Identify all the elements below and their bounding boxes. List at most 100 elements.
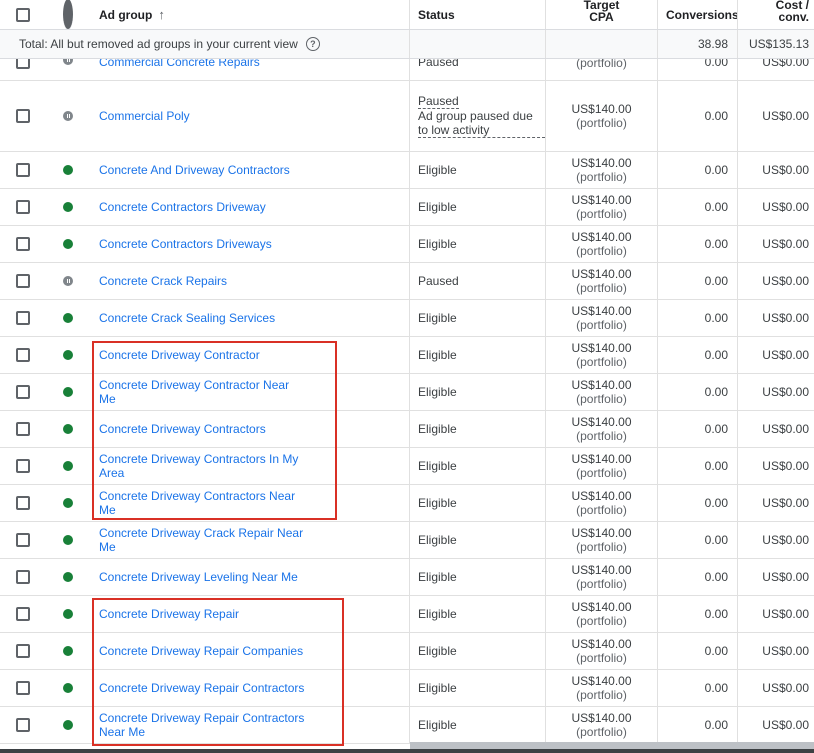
status-detail[interactable]: Ad group paused due to low activity — [418, 109, 545, 138]
ad-group-link[interactable]: Concrete Driveway Contractors Near Me — [99, 489, 309, 517]
target-cpa-value: US$140.00 — [571, 526, 632, 540]
ad-group-link[interactable]: Concrete Contractors Driveways — [99, 237, 272, 251]
eligible-icon[interactable] — [63, 498, 73, 508]
ad-group-link[interactable]: Concrete And Driveway Contractors — [99, 163, 290, 177]
ad-group-link[interactable]: Concrete Crack Repairs — [99, 274, 227, 288]
cost-per-conv-cell: US$0.00 — [762, 496, 809, 510]
eligible-icon[interactable] — [63, 646, 73, 656]
select-all-checkbox[interactable] — [16, 7, 30, 22]
row-checkbox[interactable] — [16, 718, 30, 732]
eligible-icon[interactable] — [63, 535, 73, 545]
row-status-dot-cell — [46, 596, 90, 632]
ad-group-link[interactable]: Commercial Concrete Repairs — [99, 59, 260, 69]
row-checkbox[interactable] — [16, 459, 30, 473]
eligible-icon[interactable] — [63, 461, 73, 471]
ad-group-link[interactable]: Concrete Contractors Driveway — [99, 200, 266, 214]
conversions-cell: 0.00 — [658, 263, 738, 299]
cost-per-conv-cell: US$0.00 — [762, 59, 809, 69]
target-cpa-cell: US$140.00(portfolio) — [546, 707, 658, 743]
arrow-up-icon[interactable]: ↑ — [158, 7, 165, 22]
row-checkbox[interactable] — [16, 348, 30, 362]
target-cpa-note: (portfolio) — [576, 355, 627, 369]
ad-group-link[interactable]: Concrete Driveway Contractors In My Area — [99, 452, 298, 480]
header-status-dot-cell — [46, 0, 90, 30]
eligible-icon[interactable] — [63, 313, 73, 323]
row-status-dot-cell — [46, 189, 90, 225]
eligible-icon[interactable] — [63, 720, 73, 730]
row-status-dot-cell — [46, 81, 90, 151]
ad-group-link[interactable]: Concrete Driveway Repair Contractors — [99, 681, 304, 695]
total-cost: US$135.13 — [748, 37, 809, 51]
eligible-icon[interactable] — [63, 387, 73, 397]
header-cost-per-conv[interactable]: Cost / conv. — [738, 0, 814, 29]
paused-icon[interactable] — [63, 111, 73, 121]
eligible-icon[interactable] — [63, 683, 73, 693]
cost-per-conv-cell: US$0.00 — [762, 607, 809, 621]
total-row: Total: All but removed ad groups in your… — [0, 30, 814, 59]
conversions-cell: 0.00 — [658, 670, 738, 706]
eligible-icon[interactable] — [63, 202, 73, 212]
row-checkbox-cell — [0, 300, 46, 336]
ad-group-link[interactable]: Concrete Driveway Repair Contractors Near… — [99, 711, 304, 739]
paused-icon[interactable] — [63, 276, 73, 286]
target-cpa-note: (portfolio) — [576, 688, 627, 702]
conversions-cell: 0.00 — [658, 59, 738, 80]
row-checkbox[interactable] — [16, 681, 30, 695]
status-text[interactable]: Paused — [418, 94, 459, 109]
eligible-icon[interactable] — [63, 350, 73, 360]
ad-group-link[interactable]: Concrete Driveway Crack Repair Near Me — [99, 526, 303, 554]
row-checkbox[interactable] — [16, 607, 30, 621]
target-cpa-value: US$140.00 — [571, 600, 632, 614]
header-conversions[interactable]: Conversions — [658, 0, 738, 29]
status-text: Eligible — [418, 385, 457, 399]
row-checkbox[interactable] — [16, 200, 30, 214]
ad-group-link[interactable]: Concrete Driveway Contractor — [99, 348, 260, 362]
ad-group-link[interactable]: Commercial Poly — [99, 109, 190, 123]
help-icon[interactable]: ? — [305, 37, 320, 51]
ad-group-link[interactable]: Concrete Driveway Repair — [99, 607, 239, 621]
row-checkbox[interactable] — [16, 311, 30, 325]
row-checkbox[interactable] — [16, 644, 30, 658]
ad-group-link[interactable]: Concrete Driveway Leveling Near Me — [99, 570, 298, 584]
ad-group-link[interactable]: Concrete Driveway Contractors — [99, 422, 266, 436]
eligible-icon[interactable] — [63, 572, 73, 582]
cost-per-conv-cell: US$0.00 — [762, 274, 809, 288]
eligible-icon[interactable] — [63, 424, 73, 434]
table-row: Concrete And Driveway Contractors Eligibl… — [0, 152, 814, 189]
table-row: Concrete Crack Sealing Services Eligible U… — [0, 300, 814, 337]
target-cpa-note: (portfolio) — [576, 207, 627, 221]
ad-group-link[interactable]: Concrete Driveway Repair Companies — [99, 644, 303, 658]
target-cpa-cell: US$140.00(portfolio) — [546, 448, 658, 484]
row-checkbox[interactable] — [16, 59, 30, 69]
target-cpa-value: US$140.00 — [571, 378, 632, 392]
eligible-icon[interactable] — [63, 609, 73, 619]
status-cell: Eligible — [410, 226, 546, 262]
status-filter-icon[interactable] — [63, 0, 73, 30]
row-checkbox-cell — [0, 559, 46, 595]
header-ad-group[interactable]: Ad group ↑ — [90, 0, 410, 29]
table-row: Concrete Driveway Contractors Near Me Eli… — [0, 485, 814, 522]
eligible-icon[interactable] — [63, 165, 73, 175]
table-row: Concrete Driveway Contractor Eligible US$1… — [0, 337, 814, 374]
ad-group-link[interactable]: Concrete Crack Sealing Services — [99, 311, 275, 325]
target-cpa-cell: US$140.00(portfolio) — [546, 337, 658, 373]
paused-icon[interactable] — [63, 59, 73, 65]
eligible-icon[interactable] — [63, 239, 73, 249]
row-checkbox[interactable] — [16, 385, 30, 399]
header-ad-group-label: Ad group — [99, 7, 153, 22]
row-checkbox[interactable] — [16, 237, 30, 251]
ad-group-cell: Concrete Driveway Repair Companies — [90, 633, 410, 669]
row-checkbox[interactable] — [16, 496, 30, 510]
cost-per-conv-cell: US$0.00 — [762, 200, 809, 214]
ad-group-link[interactable]: Concrete Driveway Contractor Near Me — [99, 378, 309, 406]
row-checkbox[interactable] — [16, 274, 30, 288]
row-checkbox[interactable] — [16, 422, 30, 436]
row-checkbox[interactable] — [16, 163, 30, 177]
ad-group-name: Concrete Driveway Crack Repair Near — [99, 526, 304, 540]
cost-per-conv-cell: US$0.00 — [762, 109, 809, 123]
header-target-cpa[interactable]: Target CPA — [546, 0, 658, 29]
row-checkbox[interactable] — [16, 109, 30, 123]
row-checkbox[interactable] — [16, 570, 30, 584]
row-checkbox[interactable] — [16, 533, 30, 547]
header-status[interactable]: Status — [410, 0, 546, 29]
